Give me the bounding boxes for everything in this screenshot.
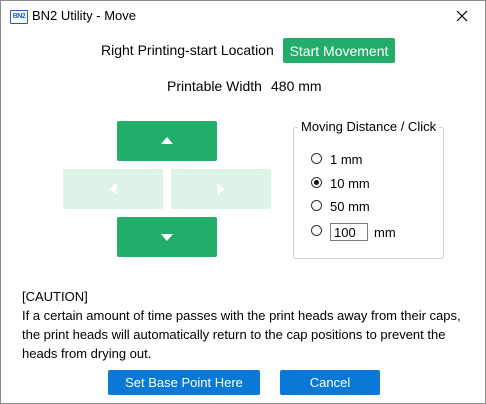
distance-option-label: 1 mm — [330, 152, 363, 167]
arrow-left-icon — [109, 183, 117, 195]
radio-button-selected[interactable] — [311, 177, 322, 188]
printable-width-label: Printable Width — [167, 78, 262, 94]
custom-distance-unit: mm — [374, 225, 396, 240]
caution-text: If a certain amount of time passes with … — [22, 308, 461, 361]
printable-width-value: 480 mm — [271, 78, 322, 94]
cancel-button[interactable]: Cancel — [280, 370, 380, 395]
caution-notice: [CAUTION] If a certain amount of time pa… — [22, 287, 482, 363]
moving-distance-legend: Moving Distance / Click — [298, 119, 440, 134]
distance-option-label: 10 mm — [330, 176, 370, 191]
arrow-down-icon — [161, 234, 173, 241]
move-right-button[interactable] — [171, 169, 271, 209]
app-logo-icon: BN2 — [10, 10, 28, 24]
set-base-point-button[interactable]: Set Base Point Here — [108, 370, 260, 395]
distance-option-label: 50 mm — [330, 199, 370, 214]
custom-distance-input[interactable] — [330, 223, 368, 241]
move-up-button[interactable] — [117, 121, 217, 161]
close-x-icon — [456, 10, 468, 22]
radio-button[interactable] — [311, 200, 322, 211]
location-label: Right Printing-start Location — [101, 42, 274, 58]
caution-heading: [CAUTION] — [22, 289, 88, 304]
move-dialog: BN2 BN2 Utility - Move Right Printing-st… — [0, 0, 486, 404]
radio-button[interactable] — [311, 225, 322, 236]
close-button[interactable] — [439, 1, 485, 32]
move-down-button[interactable] — [117, 217, 217, 257]
start-movement-button[interactable]: Start Movement — [283, 38, 395, 63]
arrow-right-icon — [217, 183, 225, 195]
radio-button[interactable] — [311, 153, 322, 164]
arrow-up-icon — [161, 137, 173, 144]
moving-distance-group: Moving Distance / Click 1 mm 10 mm 50 mm… — [293, 119, 444, 259]
window-title: BN2 Utility - Move — [32, 8, 137, 23]
move-left-button[interactable] — [63, 169, 163, 209]
title-bar: BN2 BN2 Utility - Move — [1, 1, 485, 32]
